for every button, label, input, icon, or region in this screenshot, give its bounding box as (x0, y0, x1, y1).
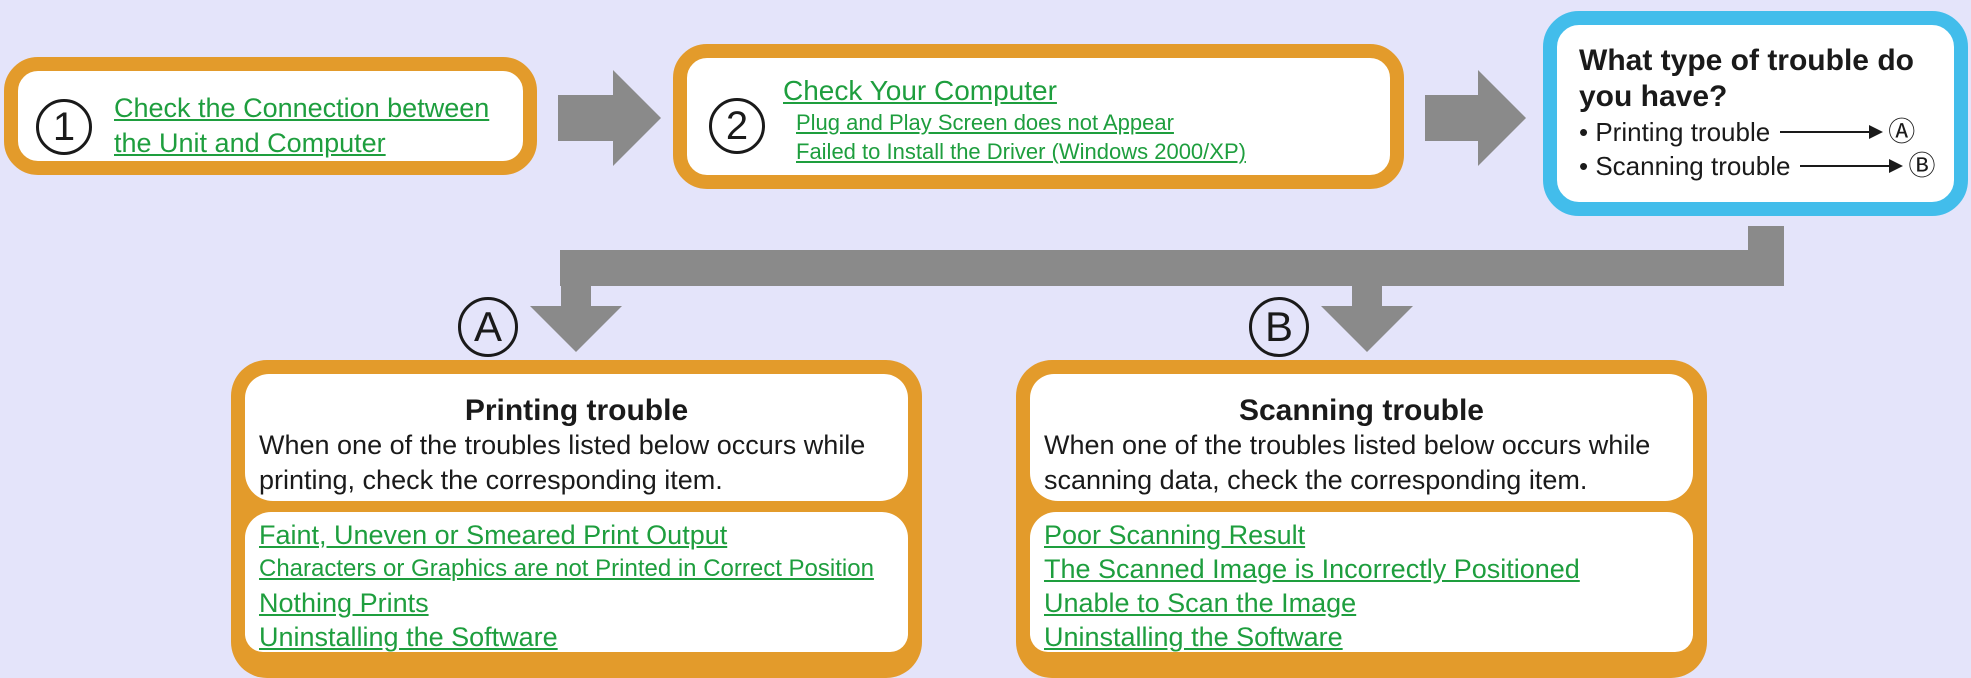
arrow-step1-to-step2 (558, 70, 661, 166)
nothing-prints-link[interactable]: Nothing Prints (259, 586, 908, 620)
scanning-trouble-description: When one of the troubles listed below oc… (1044, 430, 1651, 495)
step2-box: 2 Check Your Computer Plug and Play Scre… (673, 44, 1404, 189)
option-scanning-target: Ⓑ (1908, 151, 1936, 181)
printing-trouble-title: Printing trouble (464, 394, 689, 427)
step1-box: 1 Check the Connection between the Unit … (4, 57, 537, 175)
troubleshooting-flowchart: 1 Check the Connection between the Unit … (0, 0, 1971, 678)
scanning-trouble-title: Scanning trouble (1238, 394, 1484, 427)
check-connection-link-line1[interactable]: Check the Connection between (114, 91, 489, 126)
arrow-down-b (1321, 280, 1413, 352)
option-printing: • Printing trouble Ⓐ (1579, 115, 1954, 149)
option-scanning: • Scanning trouble Ⓑ (1579, 149, 1954, 183)
arrow-right-icon (1800, 159, 1904, 173)
trouble-type-question: What type of trouble do you have? • Prin… (1543, 11, 1968, 216)
question-title: What type of trouble do you have? (1579, 44, 1914, 113)
step1-number: 1 (36, 99, 92, 155)
poor-scanning-result-link[interactable]: Poor Scanning Result (1044, 518, 1693, 552)
check-computer-link[interactable]: Check Your Computer (783, 74, 1246, 108)
scanning-trouble-header: Scanning trouble When one of the trouble… (1030, 374, 1693, 501)
scanning-trouble-links: Poor Scanning Result The Scanned Image i… (1030, 512, 1693, 652)
arrow-step2-to-question (1425, 70, 1526, 166)
option-scanning-label: • Scanning trouble (1579, 151, 1791, 181)
option-printing-label: • Printing trouble (1579, 117, 1771, 147)
plug-and-play-link[interactable]: Plug and Play Screen does not Appear (783, 108, 1246, 137)
branch-connector (560, 226, 1784, 286)
faint-print-output-link[interactable]: Faint, Uneven or Smeared Print Output (259, 518, 908, 552)
printing-trouble-description: When one of the troubles listed below oc… (259, 430, 866, 495)
scanned-image-position-link[interactable]: The Scanned Image is Incorrectly Positio… (1044, 552, 1693, 586)
install-driver-link[interactable]: Failed to Install the Driver (Windows 20… (783, 137, 1246, 166)
unable-to-scan-link[interactable]: Unable to Scan the Image (1044, 586, 1693, 620)
incorrect-position-link[interactable]: Characters or Graphics are not Printed i… (259, 552, 908, 586)
printing-trouble-header: Printing trouble When one of the trouble… (245, 374, 908, 501)
option-printing-target: Ⓐ (1888, 117, 1916, 147)
check-connection-link-line2[interactable]: the Unit and Computer (114, 126, 489, 161)
uninstall-software-link-b[interactable]: Uninstalling the Software (1044, 620, 1693, 654)
step1-links: Check the Connection between the Unit an… (114, 91, 489, 161)
scanning-trouble-box: Scanning trouble When one of the trouble… (1016, 360, 1707, 678)
step2-number: 2 (709, 98, 765, 154)
arrow-right-icon (1780, 125, 1884, 139)
printing-trouble-links: Faint, Uneven or Smeared Print Output Ch… (245, 512, 908, 652)
arrow-down-a (530, 280, 622, 352)
printing-trouble-box: Printing trouble When one of the trouble… (231, 360, 922, 678)
step2-links: Check Your Computer Plug and Play Screen… (783, 74, 1246, 166)
branch-a-marker: A (458, 297, 518, 357)
branch-b-marker: B (1249, 297, 1309, 357)
uninstall-software-link-a[interactable]: Uninstalling the Software (259, 620, 908, 654)
